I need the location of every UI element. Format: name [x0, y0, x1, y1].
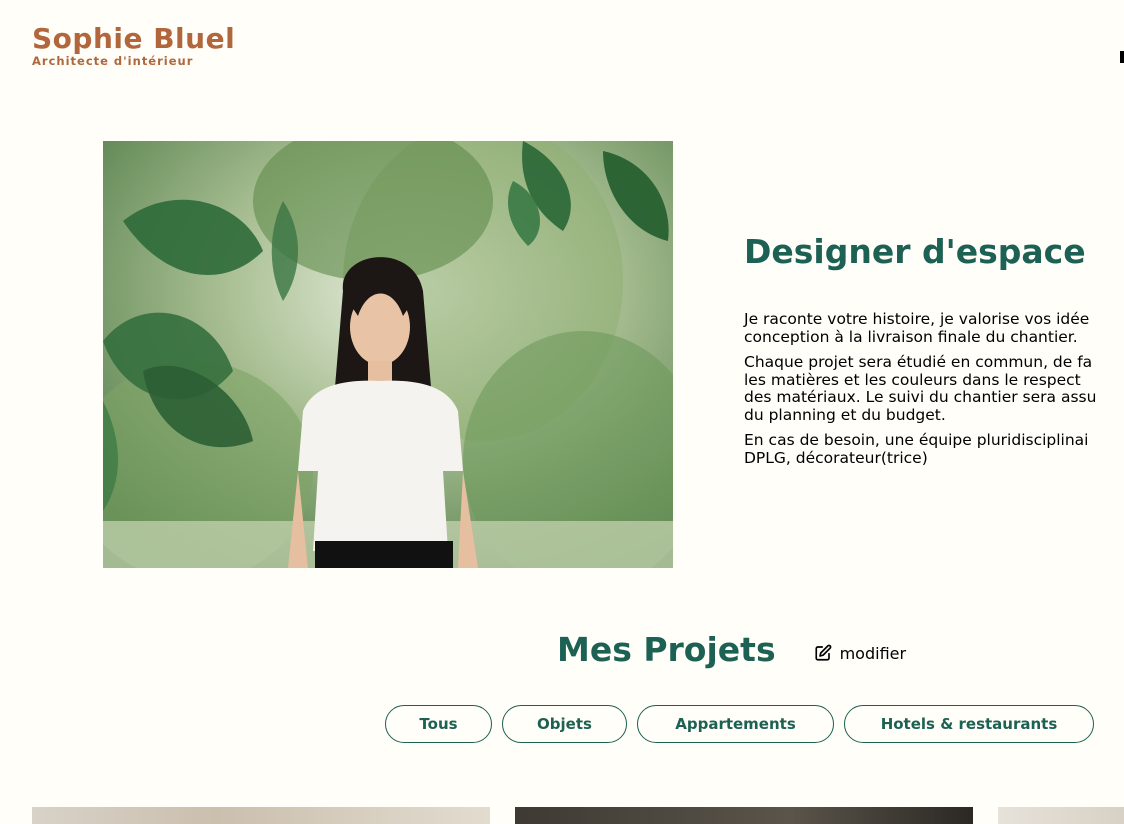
- logo-subtitle: Architecte d'intérieur: [32, 54, 194, 68]
- gallery-item[interactable]: [515, 807, 973, 824]
- filter-objects-button[interactable]: Objets: [502, 705, 627, 743]
- intro-text: Designer d'espace Je raconte votre histo…: [744, 230, 1124, 475]
- intro-paragraph: En cas de besoin, une équipe pluridiscip…: [744, 431, 1089, 467]
- gallery-item[interactable]: [32, 807, 490, 824]
- filter-all-button[interactable]: Tous: [385, 705, 492, 743]
- pen-to-square-icon: [815, 644, 831, 661]
- logo[interactable]: Sophie Bluel Architecte d'intérieur: [32, 22, 235, 68]
- nav-menu-edge[interactable]: [1120, 51, 1124, 63]
- category-filters: Tous Objets Appartements Hotels & restau…: [385, 705, 1104, 743]
- projects-title: Mes Projets: [557, 630, 776, 669]
- portrait-photo: [103, 141, 673, 568]
- intro-paragraph: Je raconte votre histoire, je valorise v…: [744, 310, 1090, 346]
- edit-label: modifier: [839, 643, 907, 663]
- intro-title: Designer d'espace: [744, 232, 1086, 271]
- filter-apartments-button[interactable]: Appartements: [637, 705, 834, 743]
- edit-projects-button[interactable]: modifier: [814, 644, 906, 663]
- gallery-item[interactable]: [998, 807, 1124, 824]
- intro-paragraph: Chaque projet sera étudié en commun, de …: [744, 353, 1097, 424]
- filter-hotels-restaurants-button[interactable]: Hotels & restaurants: [844, 705, 1094, 743]
- projects-header: Mes Projets modifier: [557, 628, 906, 672]
- logo-name: Sophie Bluel: [32, 22, 236, 55]
